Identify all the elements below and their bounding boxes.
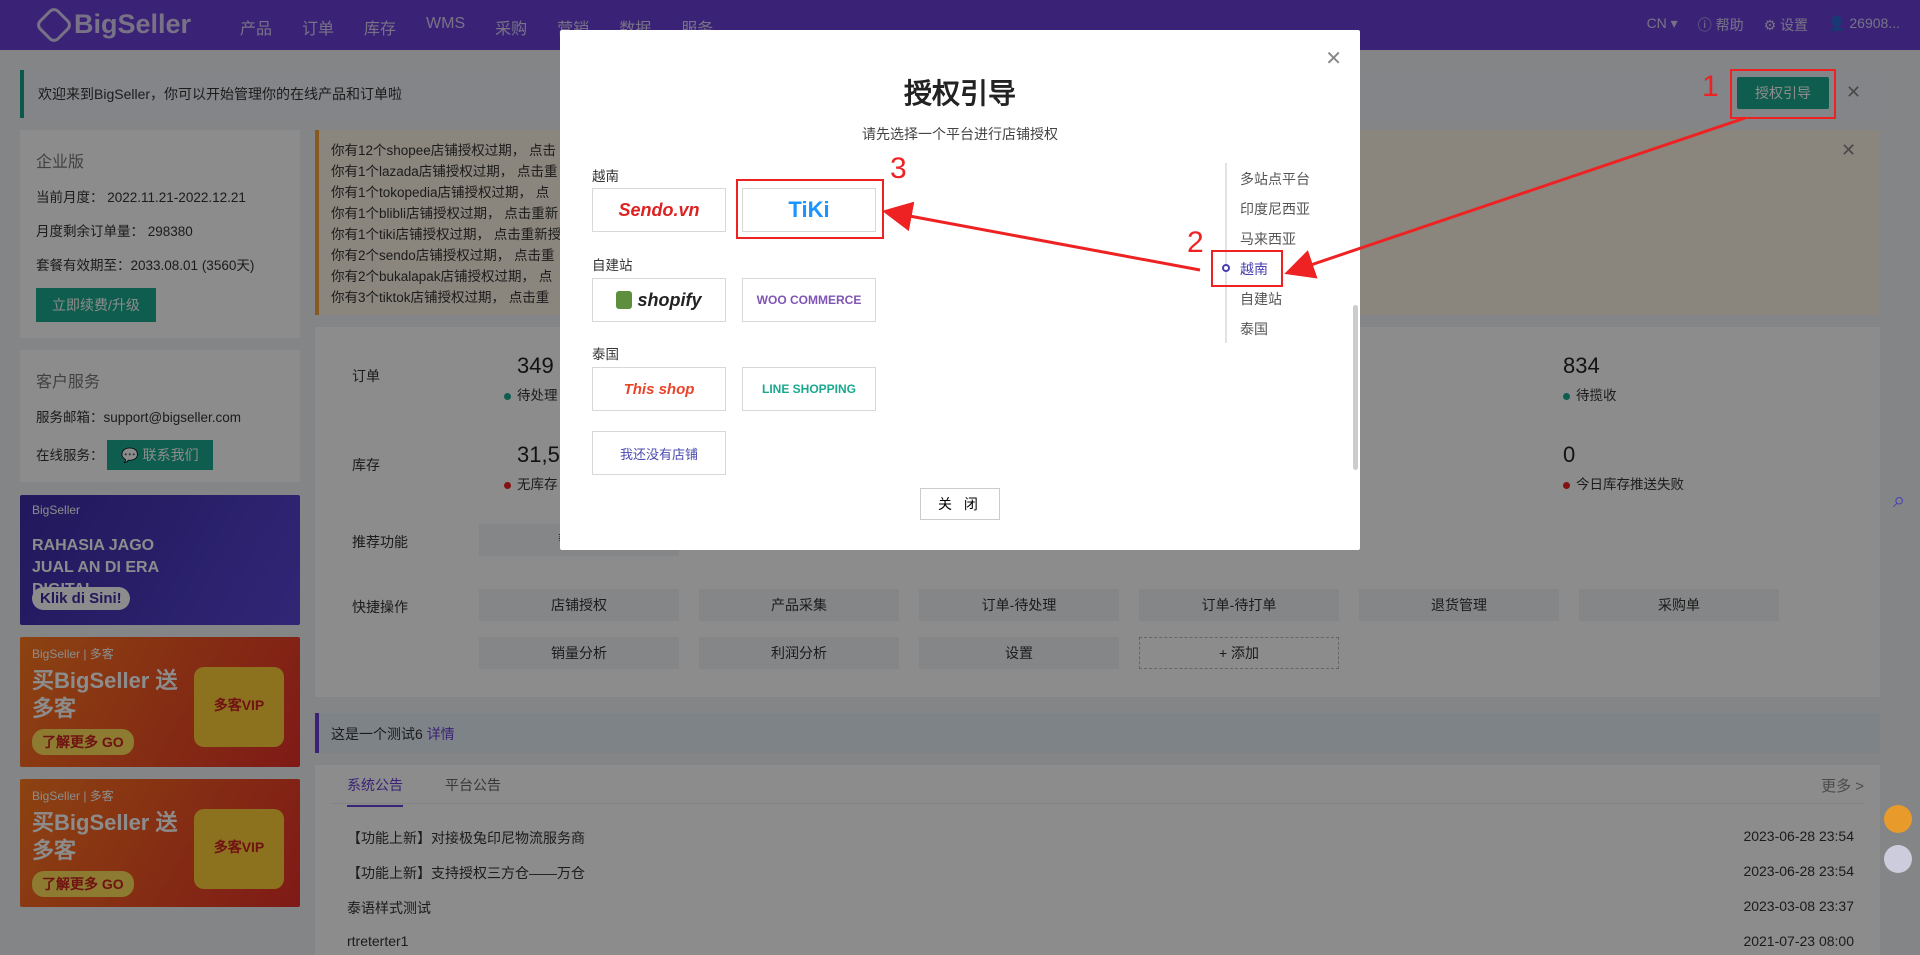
annotation-arrows	[882, 116, 1746, 279]
arrow-1-to-2	[1284, 116, 1746, 279]
arrow-2-to-3	[882, 201, 1201, 272]
